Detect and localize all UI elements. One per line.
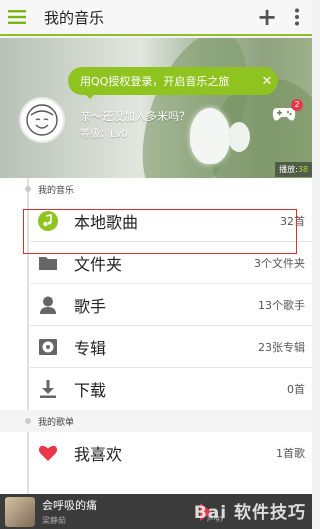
login-prompt-text: 用QQ授权登录，开启音乐之旅 [80,75,230,88]
disc-icon [39,339,57,355]
heart-icon [38,445,58,461]
user-level: 等级：Lv0 [80,129,128,140]
close-icon[interactable]: ✕ [256,74,278,89]
list-item-albums[interactable]: 专辑 23张专辑 [0,326,312,368]
profile-banner: 用QQ授权登录，开启音乐之旅 ✕ 亲～还没加入多米吗？ 等级：Lv0 2 播放:… [0,38,312,178]
list-item-label: 文件夹 [74,255,123,274]
list-item-label: 歌手 [74,297,107,316]
list-item-artists[interactable]: 歌手 13个歌手 [0,284,312,326]
section-title: 我的音乐 [38,185,75,196]
menu-button[interactable] [0,0,34,34]
section-header-my-playlists: 我的歌单 [0,410,312,432]
list-item-label: 专辑 [74,339,107,358]
list-item-count: 1首歌 [276,447,305,460]
person-icon [40,296,56,314]
plus-icon: + [256,3,278,31]
list-item-count: 23张专辑 [258,341,305,354]
hamburger-icon [8,10,26,24]
selection-highlight [23,209,297,254]
folder-icon [39,257,57,270]
section-header-my-music: 我的音乐 [0,178,312,200]
vertical-dots-icon [295,8,299,26]
smiley-avatar-icon [26,104,58,136]
prompt-tail [84,93,96,99]
list-item-count: 0首 [287,383,305,396]
list-item-downloads[interactable]: 下载 0首 [0,368,312,410]
qq-login-prompt[interactable]: 用QQ授权登录，开启音乐之旅 ✕ [68,67,278,95]
play-count-value: 38 [297,165,308,174]
list-item-favorites[interactable]: 我喜欢 1首歌 [0,432,312,474]
list-item-label: 我喜欢 [74,445,123,464]
more-options-button[interactable] [282,0,312,34]
now-playing-title: 会呼吸的痛 [42,499,97,512]
list-item-label: 下载 [74,381,107,400]
play-count-label: 播放: [279,165,298,174]
list-item-count: 3个文件夹 [254,257,305,270]
notification-badge: 2 [291,99,303,111]
add-button[interactable]: + [252,0,282,34]
watermark-subtext: jingy [207,514,224,522]
download-icon [40,380,56,398]
page-title: 我的音乐 [44,8,105,27]
section-title: 我的歌单 [38,417,75,428]
play-count-badge: 播放:38 [275,162,312,177]
banner-background-flower [190,108,230,164]
greeting-text: 亲～还没加入多米吗？ [80,110,190,123]
app-header: 我的音乐 + [0,0,312,36]
list-item-count: 13个歌手 [258,299,305,312]
avatar[interactable] [19,97,65,143]
now-playing-artist: 梁静茹 [42,516,66,525]
banner-background-flower [228,122,250,152]
album-art[interactable] [5,496,35,527]
